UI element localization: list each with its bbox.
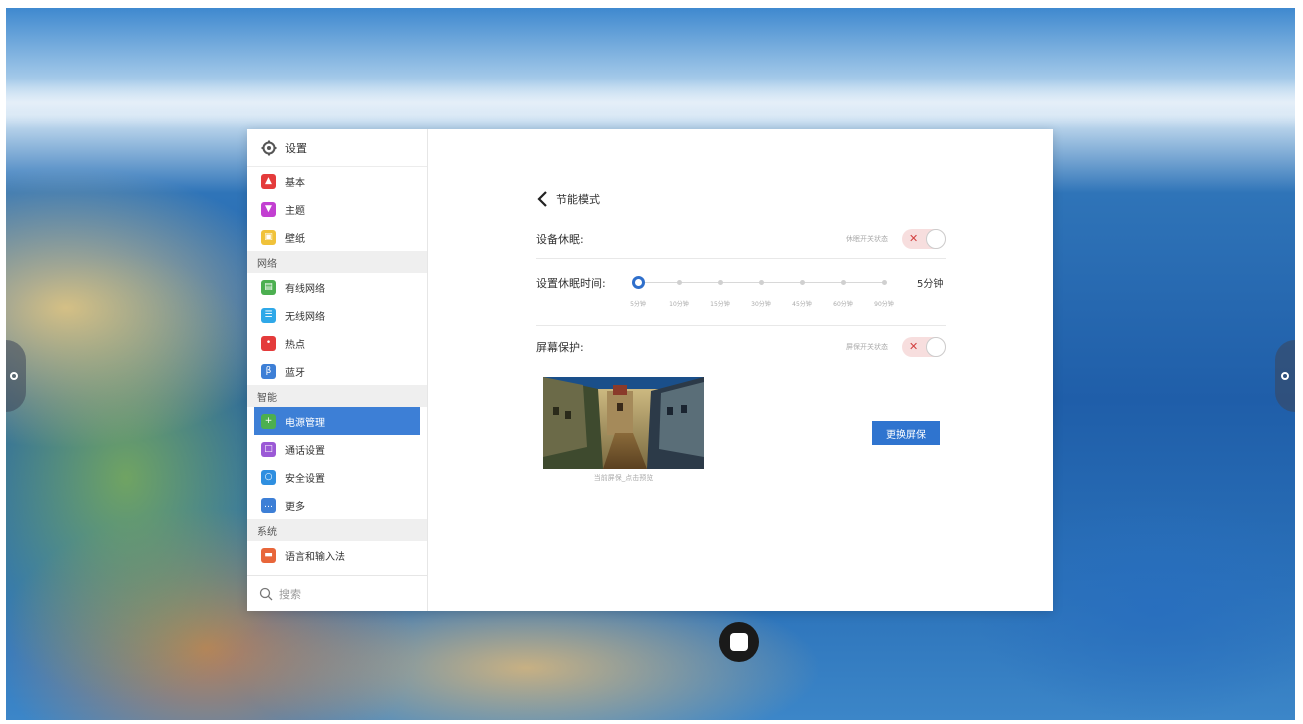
slider-tick[interactable]	[677, 280, 682, 285]
sidebar-item-label: 通话设置	[285, 445, 325, 457]
device-sleep-row: 设备休眠: 休眠开关状态 ✕	[536, 229, 946, 249]
sidebar-title: 设置	[285, 141, 307, 155]
device-sleep-hint: 休眠开关状态	[846, 235, 888, 243]
sidebar-item-label: 语言和输入法	[285, 551, 345, 563]
wired-network-icon: ▤	[261, 279, 276, 295]
sidebar-item-label: 壁纸	[285, 233, 305, 245]
device-sleep-label: 设备休眠:	[536, 233, 584, 246]
screensaver-preview-image[interactable]	[543, 377, 704, 469]
sleep-time-label: 设置休眠时间:	[536, 277, 606, 290]
chevron-left-icon	[537, 191, 547, 207]
search-icon	[259, 587, 273, 600]
sidebar-section-header: 智能	[247, 385, 427, 407]
close-icon: ✕	[909, 232, 919, 245]
back-button[interactable]: 节能模式	[536, 191, 600, 207]
sidebar-item-power-management[interactable]: + 电源管理	[254, 407, 420, 435]
divider	[536, 258, 946, 259]
sidebar-item-label: 热点	[285, 339, 305, 351]
slider-tick[interactable]	[841, 280, 846, 285]
slider-option-label: 5分钟	[630, 301, 646, 308]
call-settings-icon: □	[261, 441, 276, 457]
sidebar-item-label: 主题	[285, 205, 305, 217]
slider-option-label: 15分钟	[710, 301, 730, 308]
home-square-icon	[730, 633, 748, 651]
toggle-knob	[926, 337, 946, 357]
sidebar-section-header: 系统	[247, 519, 427, 541]
sidebar-header: 设置	[247, 129, 427, 167]
sidebar-item-label: 电源管理	[285, 417, 325, 429]
screen-saver-label: 屏幕保护:	[536, 341, 584, 354]
wallpaper-cloud-band	[6, 78, 1295, 128]
slider-tick[interactable]	[800, 280, 805, 285]
slider-tick[interactable]	[718, 280, 723, 285]
basic-icon: ▲	[261, 173, 276, 189]
sleep-time-value: 5分钟	[917, 279, 944, 290]
device-sleep-toggle[interactable]: ✕	[902, 229, 946, 249]
sidebar-item-call-settings[interactable]: □ 通话设置	[247, 435, 427, 463]
sidebar-item-language-input[interactable]: ▬ 语言和输入法	[247, 541, 427, 569]
screen-saver-toggle[interactable]: ✕	[902, 337, 946, 357]
sidebar-item-label: 更多	[285, 501, 305, 513]
sidebar-item-label: 基本	[285, 177, 305, 189]
settings-content: 节能模式 设备休眠: 休眠开关状态 ✕ 设置休眠时间: 5分钟 屏幕保护: 屏保…	[428, 129, 1053, 611]
sidebar-item-wired-network[interactable]: ▤ 有线网络	[247, 273, 427, 301]
slider-option-label: 45分钟	[792, 301, 812, 308]
screen-saver-hint: 屏保开关状态	[846, 343, 888, 351]
sidebar-item-label: 无线网络	[285, 311, 325, 323]
toggle-knob	[926, 229, 946, 249]
wifi-icon: ☰	[261, 307, 276, 323]
slider-tick[interactable]	[882, 280, 887, 285]
sidebar-item-label: 安全设置	[285, 473, 325, 485]
sleep-time-slider-handle[interactable]	[632, 276, 645, 289]
page-title: 节能模式	[556, 193, 600, 206]
more-icon: …	[261, 497, 276, 513]
sidebar-item-bluetooth[interactable]: β 蓝牙	[247, 357, 427, 385]
slider-option-label: 10分钟	[669, 301, 689, 308]
sidebar-item-label: 有线网络	[285, 283, 325, 295]
screensaver-caption: 当前屏保_点击预览	[593, 474, 654, 482]
theme-shirt-icon: ▼	[261, 201, 276, 217]
sidebar-item-wifi[interactable]: ☰ 无线网络	[247, 301, 427, 329]
search-input[interactable]: 搜索	[247, 575, 427, 611]
settings-window: 设置 ▲ 基本 ▼ 主题 ▣ 壁纸网络 ▤ 有线网络 ☰ 无线网络 • 热点 β 蓝牙智能 + 电源管理 □ 通话…	[247, 129, 1053, 611]
sidebar-item-theme-shirt[interactable]: ▼ 主题	[247, 195, 427, 223]
sidebar-section-header: 网络	[247, 251, 427, 273]
home-button[interactable]	[719, 622, 759, 662]
sleep-time-row: 设置休眠时间:	[536, 275, 636, 291]
slider-option-label: 30分钟	[751, 301, 771, 308]
wallpaper-icon: ▣	[261, 229, 276, 245]
bluetooth-icon: β	[261, 363, 276, 379]
close-icon: ✕	[909, 340, 919, 353]
hotspot-icon: •	[261, 335, 276, 351]
left-handle-dot-icon	[10, 372, 18, 380]
left-edge-handle[interactable]	[6, 340, 26, 412]
right-handle-dot-icon	[1281, 372, 1289, 380]
right-edge-handle[interactable]	[1275, 340, 1295, 412]
divider	[536, 325, 946, 326]
sidebar-item-wallpaper[interactable]: ▣ 壁纸	[247, 223, 427, 251]
power-management-icon: +	[261, 413, 276, 429]
sidebar-item-security[interactable]: ○ 安全设置	[247, 463, 427, 491]
sidebar-item-hotspot[interactable]: • 热点	[247, 329, 427, 357]
language-input-icon: ▬	[261, 547, 276, 563]
sidebar-item-basic[interactable]: ▲ 基本	[247, 167, 427, 195]
change-screensaver-button[interactable]: 更换屏保	[872, 421, 940, 445]
screen-saver-row: 屏幕保护: 屏保开关状态 ✕	[536, 337, 946, 357]
slider-tick[interactable]	[759, 280, 764, 285]
sidebar-item-more[interactable]: … 更多	[247, 491, 427, 519]
sidebar-list: ▲ 基本 ▼ 主题 ▣ 壁纸 网络 ▤ 有线网络 ☰ 无线网络 • 热点 β 蓝牙 智能 + 电源管理 □ 通话设置 ○…	[247, 167, 427, 575]
search-placeholder: 搜索	[279, 587, 301, 601]
security-icon: ○	[261, 469, 276, 485]
sidebar-item-label: 蓝牙	[285, 367, 305, 379]
settings-sidebar: 设置 ▲ 基本 ▼ 主题 ▣ 壁纸网络 ▤ 有线网络 ☰ 无线网络 • 热点 β 蓝牙智能 + 电源管理 □ 通话…	[247, 129, 428, 611]
slider-option-label: 60分钟	[833, 301, 853, 308]
gear-icon	[261, 140, 277, 155]
slider-option-label: 90分钟	[874, 301, 894, 308]
